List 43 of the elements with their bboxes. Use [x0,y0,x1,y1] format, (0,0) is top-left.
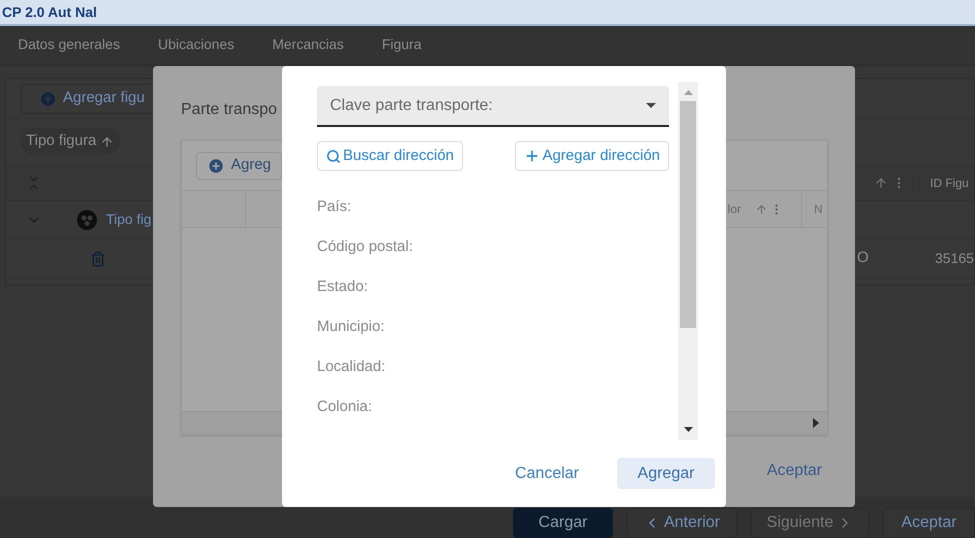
column-header: ID Figu [919,174,974,192]
field-label: Localidad: [317,357,386,377]
field-label: Municipio: [317,317,386,337]
tab[interactable]: Datos generales [18,34,120,57]
trash-icon[interactable] [90,250,106,266]
arrow-up-icon[interactable] [755,202,768,216]
search-address-button[interactable]: Buscar dirección [317,141,463,171]
field-label: Código postal: [317,237,414,257]
search-icon [326,148,341,164]
column-header: lor [728,201,741,218]
table-cell-text: O [856,248,870,268]
submit-button[interactable]: Agregar [617,458,715,489]
tab[interactable]: Figura [382,34,422,57]
group-icon [76,208,98,230]
table-cell-text: 35165 [934,249,974,268]
group-link[interactable]: Tipo fig [106,209,152,230]
accept-button[interactable]: Aceptar [883,508,975,538]
previous-button[interactable]: Anterior [627,508,737,538]
add-button[interactable]: Agreg [196,152,282,180]
cancel-button[interactable]: Cancelar [504,458,589,489]
plus-circle-icon [39,90,57,108]
field-label: Estado: [317,277,369,297]
arrow-up-icon [100,134,114,148]
tab[interactable]: Mercancias [272,34,344,57]
scrollbar-thumb[interactable] [680,101,696,328]
dropdown-caret-icon [646,103,656,108]
window-title: CP 2.0 Aut Nal [1,2,97,22]
sort-chip[interactable]: Tipo figura [20,128,120,155]
plus-icon [524,148,540,164]
vertical-scrollbar[interactable] [678,82,698,440]
field-label: Colonia: [317,397,374,417]
field-label: País: [317,197,352,217]
scroll-down-icon[interactable] [684,427,692,432]
plus-circle-icon [207,156,225,174]
dialog-title: Parte transpo [181,100,278,120]
tab[interactable]: Ubicaciones [158,34,234,57]
scroll-right-icon[interactable] [813,418,819,428]
column-header: N [801,191,827,227]
scroll-up-icon[interactable] [684,90,692,95]
part-key-select[interactable]: Clave parte transporte: [317,86,669,127]
add-address-button[interactable]: Agregar dirección [515,141,669,171]
load-button[interactable]: Cargar [513,508,613,538]
accept-button[interactable]: Aceptar [766,459,822,483]
